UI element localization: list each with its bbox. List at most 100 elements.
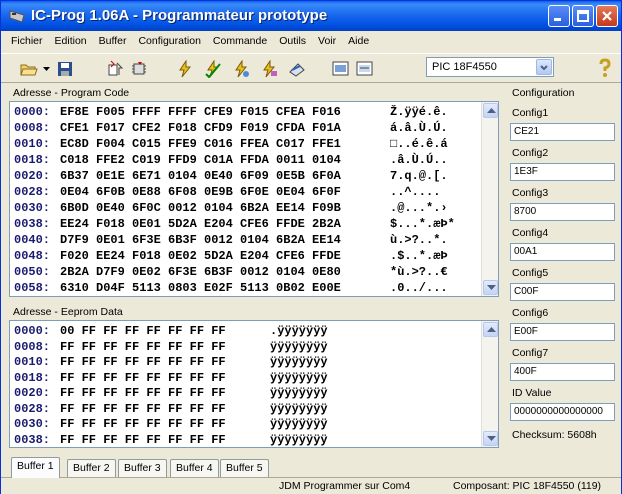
minimize-button[interactable] [548,5,570,27]
eeprom-row[interactable]: 0038: FF FF FF FF FF FF FF FF ÿÿÿÿÿÿÿÿ [14,433,350,447]
program-code-row[interactable]: 0020: 6B37 0E1E 6E71 0104 0E40 6F09 0E5B … [14,169,470,183]
program-code-row[interactable]: 0030: 6B0D 0E40 6F0C 0012 0104 6B2A EE14 … [14,201,470,215]
blank-check-button[interactable] [287,59,307,79]
eeprom-view[interactable]: 0000: 00 FF FF FF FF FF FF FF .ÿÿÿÿÿÿÿ 0008… [9,320,499,448]
row-addr: 0008: [14,339,51,354]
chevron-down-icon [42,66,50,71]
config-label: Config5 [512,267,549,279]
row-ascii: ÿÿÿÿÿÿÿÿ [270,339,328,354]
tab-buffer-3[interactable]: Buffer 3 [118,459,167,477]
open-dropdown-button[interactable] [41,59,51,79]
program-code-row[interactable]: 0010: EC8D F004 C015 FFE9 C016 FFEA C017 … [14,137,470,151]
verify-icon [235,60,249,78]
row-ascii: .@...*.› [390,201,448,215]
menu-aide[interactable]: Aide [342,35,375,47]
tab-buffer-1[interactable]: Buffer 1 [11,457,60,478]
config-label: Config6 [512,307,549,319]
view-button-2[interactable] [355,59,375,79]
config-field[interactable]: 0000000000000000 [510,403,615,421]
config-field[interactable]: 8700 [510,203,615,221]
menu-voir[interactable]: Voir [312,35,342,47]
config-label: ID Value [512,387,552,399]
row-hex: EF8E F005 FFFF FFFF CFE9 F015 CFEA F016 [60,105,341,119]
config-label: Config2 [512,147,549,159]
status-component: Composant: PIC 18F4550 (119) [453,480,602,492]
menu-edition[interactable]: Edition [49,35,93,47]
scroll-down-button[interactable] [483,280,498,295]
row-addr: 0038: [14,217,51,231]
program-code-view[interactable]: 0000: EF8E F005 FFFF FFFF CFE9 F015 CFEA … [9,101,499,297]
program-code-row[interactable]: 0058: 6310 D04F 5113 0803 E02F 5113 0B02 … [14,281,470,295]
erase-button[interactable] [259,59,279,79]
device-select[interactable]: PIC 18F4550 [426,57,554,77]
verify-button[interactable] [231,59,251,79]
tab-buffer-4[interactable]: Buffer 4 [170,459,219,477]
open-button[interactable] [19,59,39,79]
menu-outils[interactable]: Outils [273,35,312,47]
menu-fichier[interactable]: Fichier [5,35,49,47]
program-code-scrollbar[interactable] [481,102,498,296]
program-code-row[interactable]: 0048: F020 EE24 F018 0E02 5D2A E204 CFE6 … [14,249,470,263]
row-addr: 0018: [14,153,51,167]
app-window: IC-Prog 1.06A - Programmateur prototype … [0,0,622,494]
row-hex: EC8D F004 C015 FFE9 C016 FFEA C017 FFE1 [60,137,341,151]
config-field[interactable]: 1E3F [510,163,615,181]
program-code-row[interactable]: 0040: D7F9 0E01 6F3E 6B3F 0012 0104 6B2A … [14,233,470,247]
eeprom-row[interactable]: 0020: FF FF FF FF FF FF FF FF ÿÿÿÿÿÿÿÿ [14,386,350,400]
eeprom-row[interactable]: 0000: 00 FF FF FF FF FF FF FF .ÿÿÿÿÿÿÿ [14,324,350,338]
chevron-down-icon [487,285,496,290]
program-code-row[interactable]: 0000: EF8E F005 FFFF FFFF CFE9 F015 CFEA … [14,105,470,119]
program-code-row[interactable]: 0008: CFE1 F017 CFE2 F018 CFD9 F019 CFDA … [14,121,470,135]
row-hex: FF FF FF FF FF FF FF FF [60,355,226,369]
tab-buffer-5[interactable]: Buffer 5 [220,459,269,477]
row-hex: 6310 D04F 5113 0803 E02F 5113 0B02 E00E [60,281,341,295]
maximize-button[interactable] [572,5,594,27]
program-code-row[interactable]: 0050: 2B2A D7F9 0E02 6F3E 6B3F 0012 0104 … [14,265,470,279]
lightning-icon [179,60,192,78]
row-ascii: ÿÿÿÿÿÿÿÿ [270,386,328,400]
view-button[interactable] [331,59,351,79]
config-field[interactable]: 00A1 [510,243,615,261]
program-code-row[interactable]: 0028: 0E04 6F0B 0E88 6F08 0E9B 6F0E 0E04 … [14,185,470,199]
window-title: IC-Prog 1.06A - Programmateur prototype [31,7,328,24]
device-select-arrow[interactable] [536,59,552,75]
row-addr: 0008: [14,121,51,135]
eeprom-row[interactable]: 0008: FF FF FF FF FF FF FF FF ÿÿÿÿÿÿÿÿ [14,340,350,354]
view-icon [332,61,349,76]
row-ascii: 7.q.@.[. [390,169,448,183]
eeprom-row[interactable]: 0010: FF FF FF FF FF FF FF FF ÿÿÿÿÿÿÿÿ [14,355,350,369]
row-hex: 6B0D 0E40 6F0C 0012 0104 6B2A EE14 F09B [60,201,341,215]
status-bar: JDM Programmer sur Com4 Composant: PIC 1… [1,477,621,494]
program-code-row[interactable]: 0038: EE24 F018 0E01 5D2A E204 CFE6 FFDE … [14,217,470,231]
menu-configuration[interactable]: Configuration [132,35,206,47]
scroll-up-button[interactable] [483,103,498,118]
read-button[interactable] [105,59,125,79]
help-button[interactable] [595,58,615,78]
program-code-row[interactable]: 0018: C018 FFE2 C019 FFD9 C01A FFDA 0011 … [14,153,470,167]
tab-buffer-2[interactable]: Buffer 2 [67,459,116,477]
title-bar[interactable]: IC-Prog 1.06A - Programmateur prototype [1,1,621,31]
program-button[interactable] [175,59,195,79]
config-field[interactable]: 400F [510,363,615,381]
eeprom-scrollbar[interactable] [481,321,498,447]
row-hex: 6B37 0E1E 6E71 0104 0E40 6F09 0E5B 6F0A [60,169,341,183]
chip-button[interactable] [129,59,149,79]
close-button[interactable] [596,5,618,27]
eeprom-row[interactable]: 0018: FF FF FF FF FF FF FF FF ÿÿÿÿÿÿÿÿ [14,371,350,385]
scroll-up-button[interactable] [483,322,498,337]
chevron-down-icon [487,436,496,441]
save-button[interactable] [55,59,75,79]
row-hex: FF FF FF FF FF FF FF FF [60,386,226,400]
config-field[interactable]: E00F [510,323,615,341]
program-all-button[interactable] [203,59,223,79]
blank-check-icon [289,63,305,77]
eeprom-row[interactable]: 0028: FF FF FF FF FF FF FF FF ÿÿÿÿÿÿÿÿ [14,402,350,416]
eeprom-row[interactable]: 0030: FF FF FF FF FF FF FF FF ÿÿÿÿÿÿÿÿ [14,417,350,431]
config-field[interactable]: C00F [510,283,615,301]
menu-buffer[interactable]: Buffer [93,35,133,47]
config-field[interactable]: CE21 [510,123,615,141]
scroll-down-button[interactable] [483,431,498,446]
menu-commande[interactable]: Commande [207,35,273,47]
menu-bar: Fichier Edition Buffer Configuration Com… [1,31,621,51]
row-ascii: .ÿÿÿÿÿÿÿ [270,324,328,338]
